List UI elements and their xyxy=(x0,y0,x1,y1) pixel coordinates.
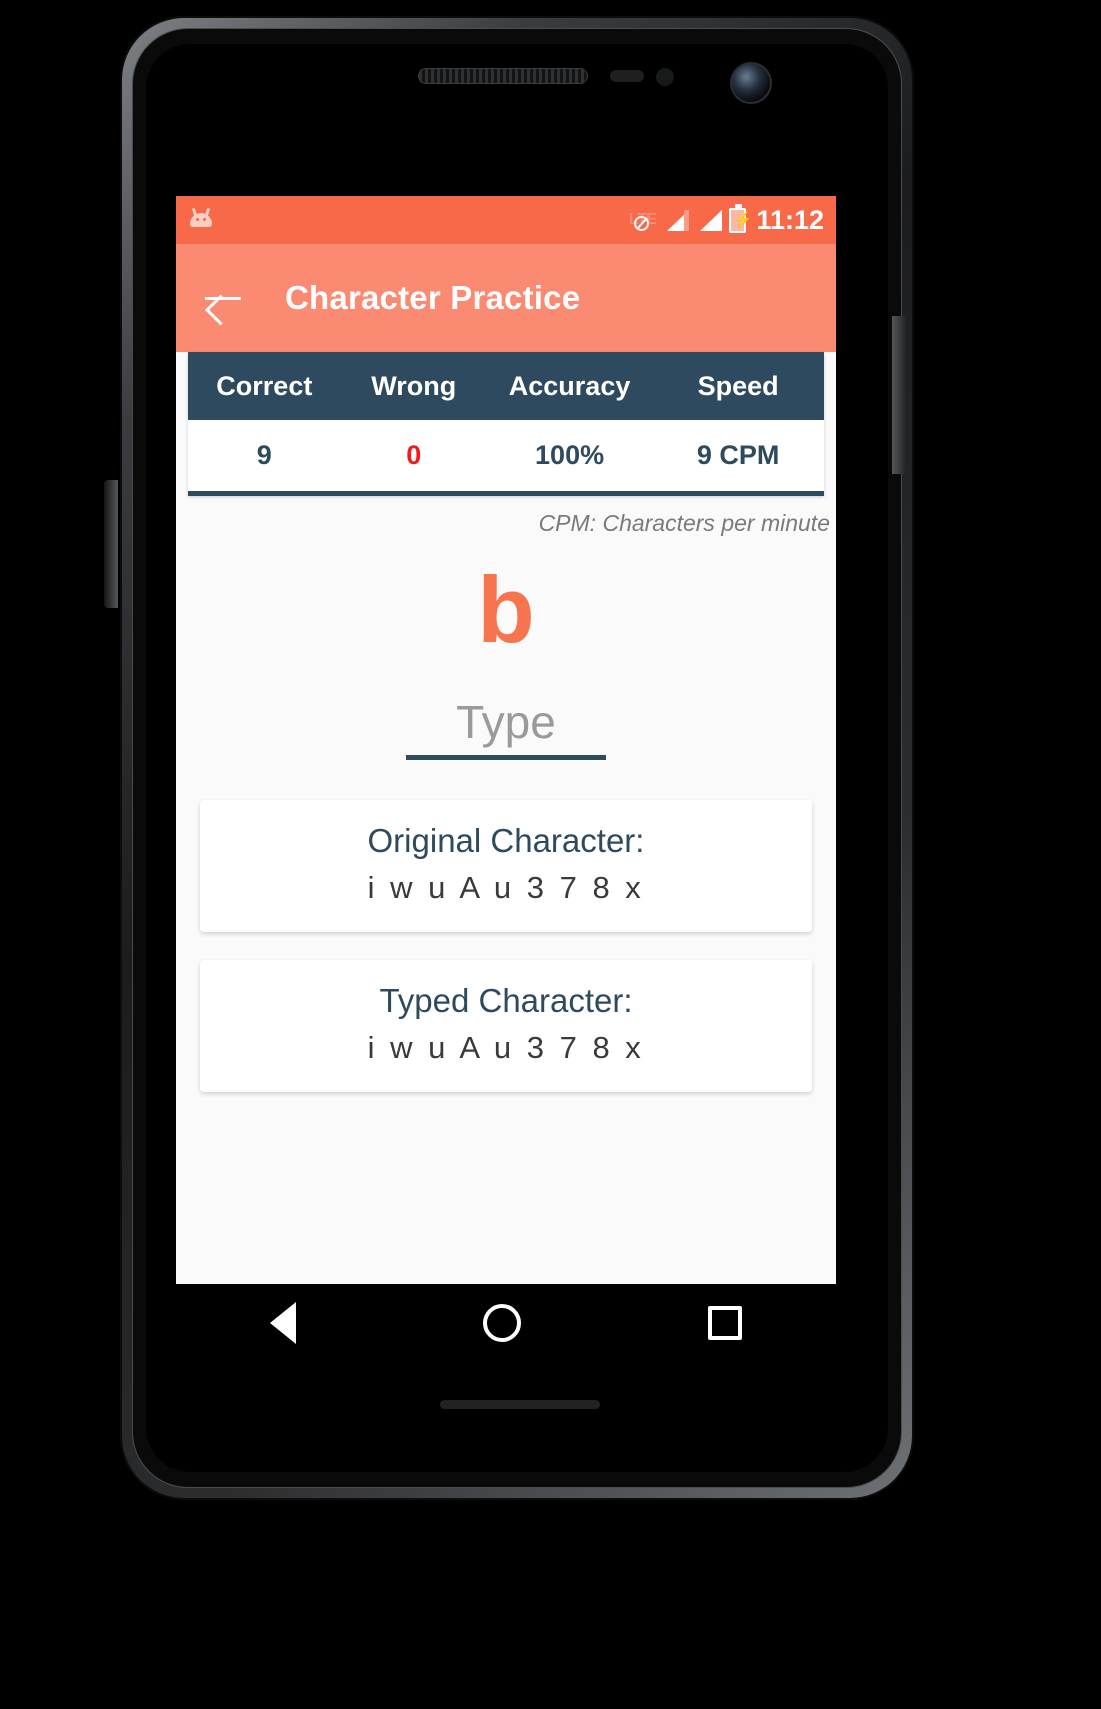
nav-recents-icon[interactable] xyxy=(708,1306,743,1340)
lte-no-data-icon: LTE xyxy=(629,212,657,231)
typed-character-label: Typed Character: xyxy=(379,982,633,1019)
page-title: Character Practice xyxy=(285,279,581,316)
original-character-label: Original Character: xyxy=(367,822,645,859)
android-logo-icon xyxy=(188,207,214,232)
bottom-speaker-grille xyxy=(440,1400,600,1409)
signal-bars-icon-sim1 xyxy=(663,209,690,231)
type-input-wrapper[interactable] xyxy=(406,695,606,760)
battery-charging-icon: ⚡ xyxy=(729,203,753,233)
stats-header-accuracy: Accuracy xyxy=(508,370,631,401)
android-navigation-bar xyxy=(176,1284,836,1362)
status-bar-indicators: LTE ⚡ 11:12 xyxy=(629,203,824,236)
power-button[interactable] xyxy=(892,316,907,474)
stats-value-row: 9 0 100% 9 CPM xyxy=(188,420,824,491)
back-arrow-icon[interactable] xyxy=(200,275,246,321)
stats-value-correct: 9 xyxy=(256,440,272,470)
cpm-legend: CPM: Characters per minute xyxy=(538,510,830,536)
app-bar: Character Practice xyxy=(176,244,836,352)
main-content: Correct Wrong Accuracy Speed 9 0 100% 9 … xyxy=(176,352,836,1362)
app-screen: LTE ⚡ 11:12 Character Practice Correct W… xyxy=(176,196,836,1362)
prompt-character: b xyxy=(477,557,535,662)
stats-value-wrong: 0 xyxy=(406,440,422,470)
earpiece-speaker xyxy=(418,68,588,84)
stats-value-speed: 9 CPM xyxy=(696,440,780,470)
stats-value-accuracy: 100% xyxy=(535,440,605,470)
nav-home-icon[interactable] xyxy=(482,1304,521,1342)
no-data-slash-icon xyxy=(633,216,649,231)
status-bar-clock: 11:12 xyxy=(756,204,824,235)
stats-header-wrong: Wrong xyxy=(371,370,457,401)
typed-character-value: i w u A u 3 7 8 x xyxy=(367,1030,645,1065)
stats-header-correct: Correct xyxy=(216,370,313,401)
stats-header-speed: Speed xyxy=(697,370,779,401)
typed-character-card: Typed Character: i w u A u 3 7 8 x xyxy=(200,960,812,1092)
original-character-card: Original Character: i w u A u 3 7 8 x xyxy=(200,800,812,932)
signal-bars-icon-sim2 xyxy=(696,209,723,231)
stats-header-row: Correct Wrong Accuracy Speed xyxy=(188,352,824,420)
stats-table: Correct Wrong Accuracy Speed 9 0 100% 9 … xyxy=(188,352,824,496)
light-sensor xyxy=(656,68,674,86)
status-bar: LTE ⚡ 11:12 xyxy=(176,196,836,244)
volume-rocker-button[interactable] xyxy=(104,480,118,608)
nav-back-icon[interactable] xyxy=(269,1302,296,1344)
original-character-value: i w u A u 3 7 8 x xyxy=(367,870,645,905)
type-input[interactable] xyxy=(406,695,606,749)
front-camera xyxy=(730,62,772,104)
proximity-sensor xyxy=(610,70,644,82)
